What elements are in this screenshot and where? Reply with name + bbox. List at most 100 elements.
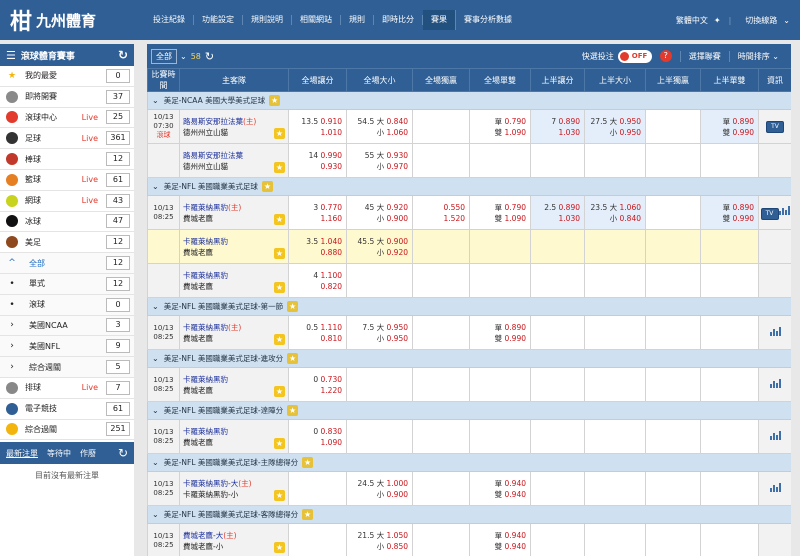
odds-price[interactable]: 1.090 (321, 438, 342, 447)
odds-price[interactable]: 0.890 (505, 323, 526, 332)
sidebar-league-item[interactable]: › 美國NCAA 3 (0, 315, 134, 337)
nav-item[interactable]: 功能設定 (194, 15, 243, 25)
odds-price[interactable]: 0.890 (733, 203, 754, 212)
league-header[interactable]: ⌄ 美足-NCAA 美國大學美式足球 ★ (147, 91, 791, 110)
favorite-star-icon[interactable]: ★ (261, 181, 273, 192)
league-header[interactable]: ⌄ 美足-NFL 美國職業美式足球-主隊總得分 ★ (147, 453, 791, 472)
refresh-icon[interactable]: ↻ (118, 446, 128, 460)
sidebar-sub-item[interactable]: • 滾球 0 (0, 294, 134, 316)
favorite-star-icon[interactable]: ★ (274, 214, 285, 225)
sidebar-item[interactable]: 足球 Live 361 (0, 128, 134, 150)
favorite-star-icon[interactable]: ★ (274, 282, 285, 293)
brand-logo[interactable]: 柑 九州體育 (10, 6, 96, 35)
sidebar-league-item[interactable]: › 綜合週關 5 (0, 357, 134, 378)
sidebar-item[interactable]: 冰球 47 (0, 212, 134, 233)
odds-price[interactable]: 1.160 (321, 214, 342, 223)
select-league-button[interactable]: 選擇聯賽 (679, 50, 729, 62)
favorite-star-icon[interactable]: ★ (274, 438, 285, 449)
stats-icon[interactable] (769, 327, 781, 336)
league-header[interactable]: ⌄ 美足-NFL 美國職業美式足球-進攻分 ★ (147, 349, 791, 368)
odds-cell[interactable]: 單 0.890 雙 0.990 (700, 195, 759, 230)
odds-price[interactable]: 0.940 (505, 531, 526, 540)
odds-cell[interactable]: 27.5 大 0.950 小 0.950 (584, 109, 646, 144)
odds-price[interactable]: 0.950 (387, 323, 408, 332)
collapse-icon[interactable]: ⌄ (152, 406, 159, 415)
nav-item[interactable]: 賽事分析數據 (456, 15, 520, 25)
collapse-icon[interactable]: ⌄ (152, 302, 159, 311)
odds-price[interactable]: 0.840 (387, 117, 408, 126)
filter-select[interactable]: 全部 (151, 48, 177, 64)
league-header[interactable]: ⌄ 美足-NFL 美國職業美式足球 ★ (147, 177, 791, 196)
switch-line-link[interactable]: 切換線路 (745, 15, 777, 26)
odds-price[interactable]: 0.940 (505, 542, 526, 551)
odds-price[interactable]: 1.030 (559, 214, 580, 223)
chevron-down-icon[interactable]: ⌄ (180, 52, 187, 61)
favorite-star-icon[interactable]: ★ (274, 490, 285, 501)
collapse-icon[interactable]: ⌄ (152, 182, 159, 191)
odds-price[interactable]: 0.880 (321, 248, 342, 257)
odds-price[interactable]: 0.940 (505, 479, 526, 488)
refresh-icon[interactable]: ↻ (205, 50, 214, 63)
odds-price[interactable]: 0.930 (387, 151, 408, 160)
odds-price[interactable]: 0.900 (387, 214, 408, 223)
sidebar-item[interactable]: 排球 Live 7 (0, 378, 134, 399)
odds-price[interactable]: 0.920 (387, 203, 408, 212)
tv-icon[interactable]: TV (760, 207, 779, 220)
odds-price[interactable]: 0.950 (387, 334, 408, 343)
odds-price[interactable]: 0.940 (505, 490, 526, 499)
sidebar-item[interactable]: 籃球 Live 61 (0, 170, 134, 191)
quick-bet-toggle[interactable]: OFF (617, 49, 652, 63)
sidebar-item[interactable]: 滾球中心 Live 25 (0, 108, 134, 129)
odds-price[interactable]: 0.990 (733, 128, 754, 137)
sidebar-item[interactable]: 美足 12 (0, 232, 134, 254)
nav-item[interactable]: 賽果 (423, 10, 456, 30)
odds-cell[interactable]: 2.5 0.890 1.030 (530, 195, 585, 230)
help-icon[interactable]: ? (659, 50, 672, 62)
league-header[interactable]: ⌄ 美足-NFL 美國職業美式足球-客隊總得分 ★ (147, 505, 791, 524)
odds-price[interactable]: 0.790 (505, 117, 526, 126)
favorite-star-icon[interactable]: ★ (302, 457, 314, 468)
favorite-star-icon[interactable]: ★ (274, 162, 285, 173)
favorite-star-icon[interactable]: ★ (269, 95, 281, 106)
odds-cell[interactable]: 45 大 0.920 小 0.900 (346, 195, 413, 230)
odds-price[interactable]: 0.730 (321, 375, 342, 384)
odds-price[interactable]: 0.990 (733, 214, 754, 223)
odds-price[interactable]: 0.890 (559, 117, 580, 126)
odds-cell[interactable]: 0.5 1.110 0.810 (288, 315, 347, 350)
league-row[interactable]: ⌄ 美足-NFL 美國職業美式足球-第一節 ★ (147, 297, 791, 316)
odds-price[interactable]: 1.110 (321, 323, 342, 332)
favorite-star-icon[interactable]: ★ (274, 248, 285, 259)
odds-price[interactable]: 1.040 (321, 237, 342, 246)
nav-item[interactable]: 投注紀錄 (145, 15, 194, 25)
league-header[interactable]: ⌄ 美足-NFL 美國職業美式足球-第一節 ★ (147, 297, 791, 316)
league-row[interactable]: ⌄ 美足-NFL 美國職業美式足球-進攻分 ★ (147, 349, 791, 368)
odds-price[interactable]: 1.100 (321, 271, 342, 280)
favorite-star-icon[interactable]: ★ (274, 542, 285, 553)
favorite-star-icon[interactable]: ★ (274, 334, 285, 345)
odds-cell[interactable]: 單 0.940 雙 0.940 (469, 471, 531, 506)
league-row[interactable]: ⌄ 美足-NCAA 美國大學美式足球 ★ (147, 91, 791, 110)
sidebar-item[interactable]: 電子競技 61 (0, 399, 134, 420)
odds-price[interactable]: 1.090 (505, 214, 526, 223)
odds-price[interactable]: 0.900 (387, 237, 408, 246)
league-row[interactable]: ⌄ 美足-NFL 美國職業美式足球-客隊總得分 ★ (147, 505, 791, 524)
favorite-star-icon[interactable]: ★ (287, 405, 299, 416)
odds-price[interactable]: 0.550 (417, 202, 465, 213)
odds-cell[interactable]: 21.5 大 1.050 小 0.850 (346, 523, 413, 556)
odds-cell[interactable]: 單 0.940 雙 0.940 (469, 523, 531, 556)
favorite-star-icon[interactable]: ★ (287, 353, 299, 364)
bet-tab[interactable]: 作廢 (80, 448, 96, 459)
odds-cell[interactable]: 0 0.730 1.220 (288, 367, 347, 402)
favorite-star-icon[interactable]: ★ (287, 301, 299, 312)
collapse-icon[interactable]: ⌄ (152, 458, 159, 467)
odds-price[interactable]: 0.970 (387, 162, 408, 171)
odds-price[interactable]: 0.830 (321, 427, 342, 436)
odds-price[interactable]: 0.820 (321, 282, 342, 291)
chevron-down-icon[interactable]: ⌄ (783, 16, 790, 25)
odds-price[interactable]: 0.950 (620, 128, 641, 137)
sidebar-league-item[interactable]: › 美國NFL 9 (0, 336, 134, 358)
odds-cell[interactable]: 單 0.890 雙 0.990 (700, 109, 759, 144)
odds-price[interactable]: 0.950 (620, 117, 641, 126)
menu-icon[interactable]: ☰ (6, 49, 16, 62)
nav-item[interactable]: 即時比分 (374, 15, 423, 25)
